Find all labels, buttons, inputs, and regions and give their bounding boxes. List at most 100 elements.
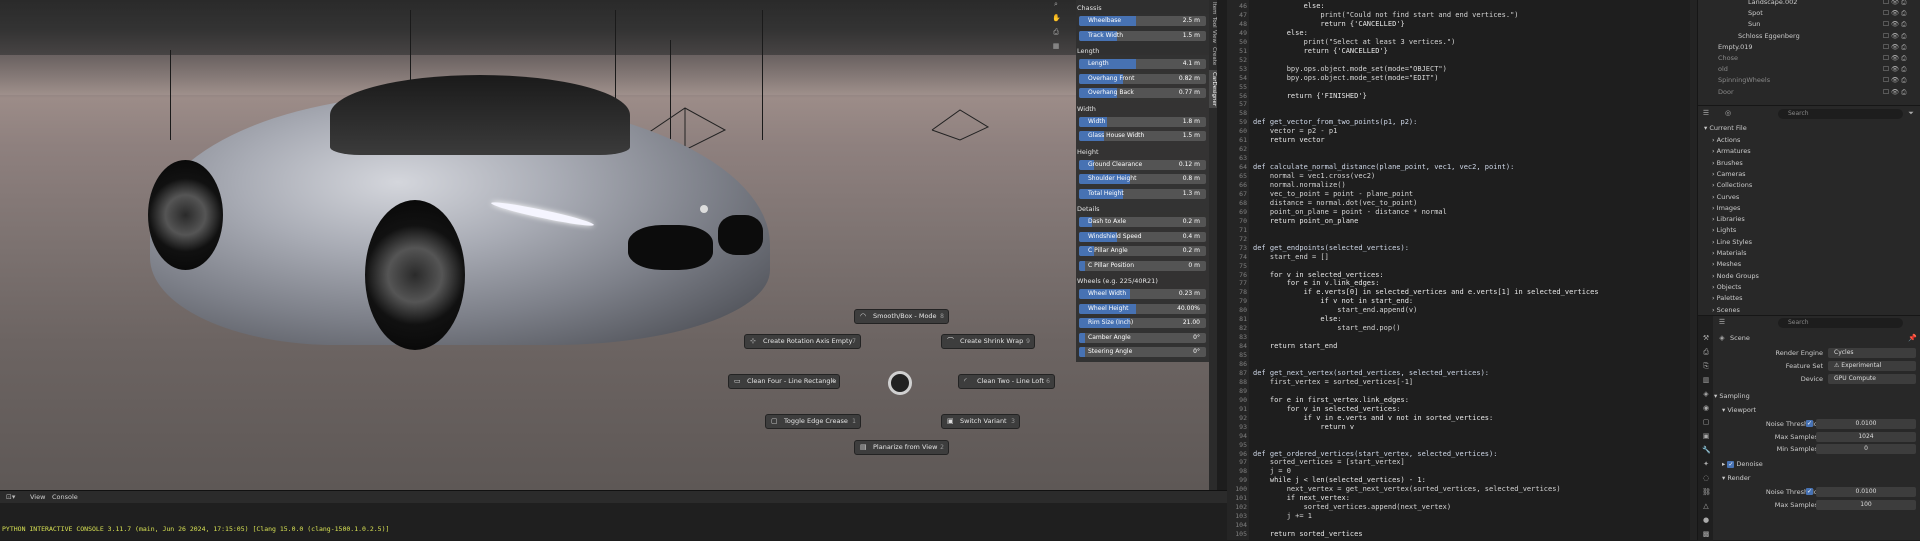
slider-wheel-width[interactable]: Wheel Width 0.23 m bbox=[1079, 289, 1206, 299]
blender-file-view[interactable]: ☰ ◎ Search ⏷ ▾ Current File › Actions › A… bbox=[1697, 105, 1920, 315]
slider-dash-to-axle[interactable]: Dash to Axle 0.2 m bbox=[1079, 217, 1206, 227]
slider-camber-angle[interactable]: Camber Angle 0° bbox=[1079, 332, 1206, 343]
scene-icon[interactable]: ◈ bbox=[1702, 390, 1710, 398]
denoise-subpanel-header[interactable]: ▸ ✓ Denoise bbox=[1722, 460, 1763, 468]
viewport-subpanel-header[interactable]: ▾ Viewport bbox=[1722, 406, 1756, 414]
view-layer-icon[interactable]: ▥ bbox=[1702, 376, 1710, 384]
slider-c-pillar-angle[interactable]: C Pillar Angle 0.2 m bbox=[1079, 246, 1206, 256]
slider-wheelbase[interactable]: Wheelbase 2.5 m bbox=[1079, 16, 1206, 26]
feature-set-select[interactable]: ⚠ Experimental bbox=[1828, 361, 1916, 371]
device-select[interactable]: GPU Compute bbox=[1828, 374, 1916, 384]
datablock-category[interactable]: › Meshes bbox=[1712, 260, 1741, 268]
outliner-item[interactable]: Spot bbox=[1748, 9, 1763, 17]
datablock-category[interactable]: › Node Groups bbox=[1712, 272, 1759, 280]
editor-type-icon[interactable]: ☰ bbox=[1702, 109, 1710, 117]
tab-cardesigner[interactable]: CarDesigner bbox=[1209, 70, 1217, 108]
render-noise-threshold-checkbox[interactable]: ✓ bbox=[1806, 488, 1813, 495]
datablock-category[interactable]: › Palettes bbox=[1712, 294, 1743, 302]
data-icon[interactable]: △ bbox=[1702, 502, 1710, 510]
slider-overhang-front[interactable]: Overhang Front 0.82 m bbox=[1079, 73, 1206, 84]
visibility-toggle-icon[interactable]: ☐ 👁 ⎙ bbox=[1883, 0, 1906, 7]
create-shrink-wrap-button[interactable]: ⌒ Create Shrink Wrap 9 bbox=[941, 334, 1035, 349]
switch-variant-button[interactable]: ▣ Switch Variant 3 bbox=[941, 414, 1020, 429]
object-icon[interactable]: ▣ bbox=[1702, 432, 1710, 440]
noise-threshold-checkbox[interactable]: ✓ bbox=[1806, 420, 1813, 427]
camera-icon[interactable]: ⎙ bbox=[1052, 28, 1060, 36]
render-engine-select[interactable]: Cycles bbox=[1828, 348, 1916, 358]
modifier-icon[interactable]: 🔧 bbox=[1702, 446, 1711, 454]
datablock-category[interactable]: › Images bbox=[1712, 204, 1740, 212]
planarize-from-view-button[interactable]: ▤ Planarize from View 2 bbox=[854, 440, 949, 455]
editor-type-icon[interactable]: ⊡▾ bbox=[6, 493, 15, 501]
grid-icon[interactable]: ▦ bbox=[1052, 42, 1060, 50]
material-icon[interactable]: ● bbox=[1702, 516, 1710, 524]
render-subpanel-header[interactable]: ▾ Render bbox=[1722, 474, 1750, 482]
hand-icon[interactable]: ✋ bbox=[1052, 14, 1061, 22]
properties-editor[interactable]: ⚒ ⎙ ⎘ ▥ ◈ ◉ ▢ ▣ 🔧 ✦ ◌ ⛓ △ ● ▩ ☰ Search ◈… bbox=[1697, 315, 1920, 541]
texture-icon[interactable]: ▩ bbox=[1702, 530, 1710, 538]
max-samples-field[interactable]: 1024 bbox=[1816, 432, 1916, 442]
outliner-item[interactable]: Landscape.002 bbox=[1748, 0, 1797, 6]
output-icon[interactable]: ⎘ bbox=[1702, 362, 1710, 370]
slider-windshield-speed[interactable]: Windshield Speed 0.4 m bbox=[1079, 231, 1206, 242]
editor-type-icon[interactable]: ☰ bbox=[1718, 318, 1726, 326]
outliner[interactable]: Landscape.002 ☐ 👁 ⎙ Spot ☐ 👁 ⎙ Sun ☐ 👁 ⎙ Schlo… bbox=[1697, 0, 1920, 105]
constraint-icon[interactable]: ⛓ bbox=[1702, 488, 1711, 496]
text-editor[interactable]: 46 else: 47 print("Could not find start a… bbox=[1227, 0, 1697, 540]
datablock-category[interactable]: › Brushes bbox=[1712, 159, 1743, 167]
datablock-category[interactable]: › Libraries bbox=[1712, 215, 1745, 223]
tab-tool[interactable]: Tool bbox=[1209, 16, 1217, 28]
editor-scrollbar[interactable] bbox=[1690, 0, 1697, 540]
tab-create[interactable]: Create bbox=[1209, 46, 1217, 66]
visibility-toggle-icon[interactable]: ☐ 👁 ⎙ bbox=[1883, 32, 1906, 41]
denoise-checkbox[interactable]: ✓ bbox=[1727, 461, 1735, 468]
smooth-box-mode-button[interactable]: ◠ Smooth/Box - Mode 8 bbox=[854, 309, 949, 324]
render-max-samples-field[interactable]: 100 bbox=[1816, 500, 1916, 510]
outliner-item[interactable]: Door bbox=[1718, 88, 1734, 96]
visibility-toggle-icon[interactable]: ☐ 👁 ⎙ bbox=[1883, 20, 1906, 29]
outliner-item[interactable]: Chose bbox=[1718, 54, 1738, 62]
visibility-toggle-icon[interactable]: ☐ 👁 ⎙ bbox=[1883, 88, 1906, 97]
particles-icon[interactable]: ✦ bbox=[1702, 460, 1710, 468]
slider-overhang-back[interactable]: Overhang Back 0.77 m bbox=[1079, 88, 1206, 98]
filter-icon[interactable]: ⏷ bbox=[1907, 109, 1915, 117]
file-search-input[interactable]: Search bbox=[1778, 109, 1903, 119]
datablock-category[interactable]: › Collections bbox=[1712, 181, 1752, 189]
world-icon[interactable]: ◉ bbox=[1702, 404, 1710, 412]
slider-ground-clearance[interactable]: Ground Clearance 0.12 m bbox=[1079, 159, 1206, 170]
slider-glass-house-width[interactable]: Glass House Width 1.5 m bbox=[1079, 131, 1206, 141]
3d-viewport[interactable] bbox=[0, 0, 1217, 490]
datablock-category[interactable]: › Armatures bbox=[1712, 147, 1751, 155]
slider-wheel-height[interactable]: Wheel Height 40.00% bbox=[1079, 303, 1206, 314]
outliner-item[interactable]: old bbox=[1718, 65, 1728, 73]
slider-width[interactable]: Width 1.8 m bbox=[1079, 116, 1206, 127]
menu-view[interactable]: View bbox=[30, 493, 45, 501]
outliner-item[interactable]: Schloss Eggenberg bbox=[1738, 32, 1800, 40]
outliner-item[interactable]: Sun bbox=[1748, 20, 1760, 28]
create-rotation-axis-button[interactable]: ⊹ Create Rotation Axis Empty 7 bbox=[744, 334, 861, 349]
visibility-toggle-icon[interactable]: ☐ 👁 ⎙ bbox=[1883, 65, 1906, 74]
slider-shoulder-height[interactable]: Shoulder Height 0.8 m bbox=[1079, 174, 1206, 184]
noise-threshold-field[interactable]: 0.0100 bbox=[1816, 419, 1916, 429]
slider-steering-angle[interactable]: Steering Angle 0° bbox=[1079, 347, 1206, 357]
datablock-category[interactable]: › Actions bbox=[1712, 136, 1740, 144]
clean-four-line-button[interactable]: ▭ Clean Four - Line Rectangle 4 bbox=[728, 374, 840, 389]
tab-item[interactable]: Item bbox=[1209, 2, 1217, 15]
visibility-toggle-icon[interactable]: ☐ 👁 ⎙ bbox=[1883, 9, 1906, 18]
visibility-toggle-icon[interactable]: ☐ 👁 ⎙ bbox=[1883, 43, 1906, 52]
datablock-category[interactable]: › Materials bbox=[1712, 249, 1746, 257]
slider-total-height[interactable]: Total Height 1.3 m bbox=[1079, 188, 1206, 199]
datablock-category[interactable]: › Lights bbox=[1712, 226, 1736, 234]
slider-length[interactable]: Length 4.1 m bbox=[1079, 59, 1206, 69]
zoom-icon[interactable]: ⌕ bbox=[1052, 0, 1060, 8]
tab-view[interactable]: View bbox=[1209, 30, 1217, 44]
pin-icon[interactable]: 📌 bbox=[1908, 334, 1917, 342]
collection-icon[interactable]: ▢ bbox=[1702, 418, 1710, 426]
sampling-panel-header[interactable]: ▾ Sampling bbox=[1714, 392, 1750, 400]
visibility-toggle-icon[interactable]: ☐ 👁 ⎙ bbox=[1883, 76, 1906, 85]
min-samples-field[interactable]: 0 bbox=[1816, 444, 1916, 454]
render-icon[interactable]: ⎙ bbox=[1702, 348, 1710, 356]
slider-rim-size-inch-[interactable]: Rim Size (Inch) 21.00 bbox=[1079, 318, 1206, 328]
toggle-edge-crease-button[interactable]: ▢ Toggle Edge Crease 1 bbox=[765, 414, 861, 429]
clean-two-line-loft-button[interactable]: ◜ Clean Two - Line Loft 6 bbox=[958, 374, 1055, 389]
